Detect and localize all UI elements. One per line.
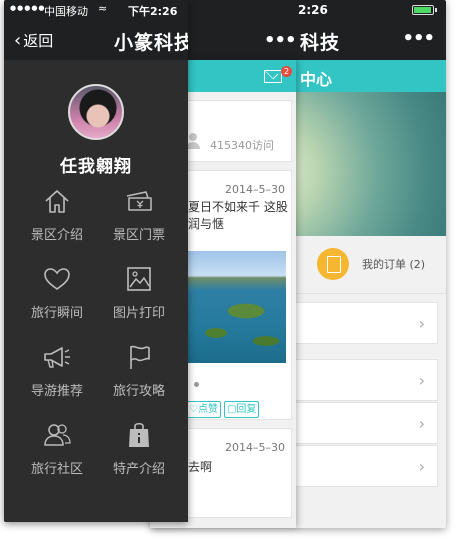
post-text: 了夏日不如来千 这股温润与惬: [176, 200, 288, 231]
status-bar: 2:26: [150, 0, 446, 20]
menu-item-travel-community[interactable]: 旅行社区: [16, 412, 98, 490]
menu-item-label: 旅行瞬间: [30, 306, 83, 321]
carrier-label: 中国移动: [44, 5, 88, 18]
menu-item-tickets[interactable]: 景区门票: [98, 178, 180, 256]
heart-icon: [42, 264, 72, 294]
menu-item-travel-guide[interactable]: 旅行攻略: [98, 334, 180, 412]
visit-count: 415340访问: [210, 139, 274, 152]
battery-icon: [412, 5, 437, 15]
status-time: 下午2:26: [128, 5, 178, 18]
wifi-icon: ≈: [98, 2, 108, 15]
side-drawer: ●●●●● 中国移动 ≈ 下午2:26 ‹ 返回 小篆科技 任我翱翔 景区介绍 景…: [4, 0, 188, 522]
mail-badge: 2: [281, 66, 292, 77]
chevron-left-icon: ‹: [14, 30, 22, 51]
order-icon: [317, 248, 349, 280]
page-indicator-dot: [194, 382, 199, 387]
post-text: 想去啊: [176, 460, 213, 474]
more-icon[interactable]: •••: [264, 30, 297, 51]
my-orders-label: 我的订单 (2): [362, 258, 426, 271]
menu-item-label: 导游推荐: [30, 384, 83, 399]
person-icon: [186, 133, 200, 149]
image-icon: [124, 264, 154, 294]
menu-item-label: 景区门票: [112, 228, 165, 243]
menu-item-label: 旅行社区: [30, 462, 83, 477]
ticket-icon: [124, 186, 154, 216]
chevron-right-icon: ›: [418, 414, 425, 433]
app-title: 小篆科技: [114, 32, 188, 54]
nav-title: 科技: [300, 32, 341, 54]
status-bar: ●●●●● 中国移动 ≈ 下午2:26: [4, 0, 188, 20]
menu-item-guide-recommend[interactable]: 导游推荐: [16, 334, 98, 412]
post-actions: ♡点赞 ▢回复: [186, 397, 262, 418]
nav-bar: 科技 •••: [150, 20, 446, 60]
post-photo[interactable]: [186, 251, 286, 363]
gift-bag-icon: [124, 420, 154, 450]
menu-item-label: 图片打印: [112, 306, 165, 321]
flag-icon: [124, 342, 154, 372]
menu-item-specialties[interactable]: 特产介绍: [98, 412, 180, 490]
chevron-right-icon: ›: [418, 371, 425, 390]
post-date: 2014–5–30: [225, 183, 285, 196]
chevron-right-icon: ›: [418, 457, 425, 476]
like-button[interactable]: ♡点赞: [186, 401, 221, 418]
menu-item-label: 特产介绍: [112, 462, 165, 477]
reply-button[interactable]: ▢回复: [223, 401, 260, 418]
menu-item-label: 景区介绍: [30, 228, 83, 243]
home-icon: [42, 186, 72, 216]
post-date: 2014–5–30: [225, 441, 285, 454]
status-time: 2:26: [298, 3, 328, 17]
chevron-right-icon: ›: [418, 314, 425, 333]
more-icon[interactable]: •••: [402, 28, 435, 49]
menu-item-travel-moments[interactable]: 旅行瞬间: [16, 256, 98, 334]
menu-item-label: 旅行攻略: [112, 384, 165, 399]
back-button[interactable]: ‹ 返回: [14, 30, 53, 51]
avatar[interactable]: [68, 84, 124, 140]
section-title: 中心: [300, 70, 333, 89]
nav-bar: ‹ 返回 小篆科技: [4, 20, 188, 60]
menu-item-scenic-intro[interactable]: 景区介绍: [16, 178, 98, 256]
signal-icon: ●●●●●: [10, 4, 46, 12]
megaphone-icon: [42, 342, 72, 372]
drawer-body: 任我翱翔 景区介绍 景区门票 旅行瞬间 图片打印 导游推荐 旅行攻略 旅行社区 …: [4, 60, 188, 522]
mail-icon[interactable]: [264, 70, 282, 83]
menu-item-photo-print[interactable]: 图片打印: [98, 256, 180, 334]
username: 任我翱翔: [60, 157, 132, 177]
back-label: 返回: [23, 32, 54, 50]
users-icon: [42, 420, 72, 450]
